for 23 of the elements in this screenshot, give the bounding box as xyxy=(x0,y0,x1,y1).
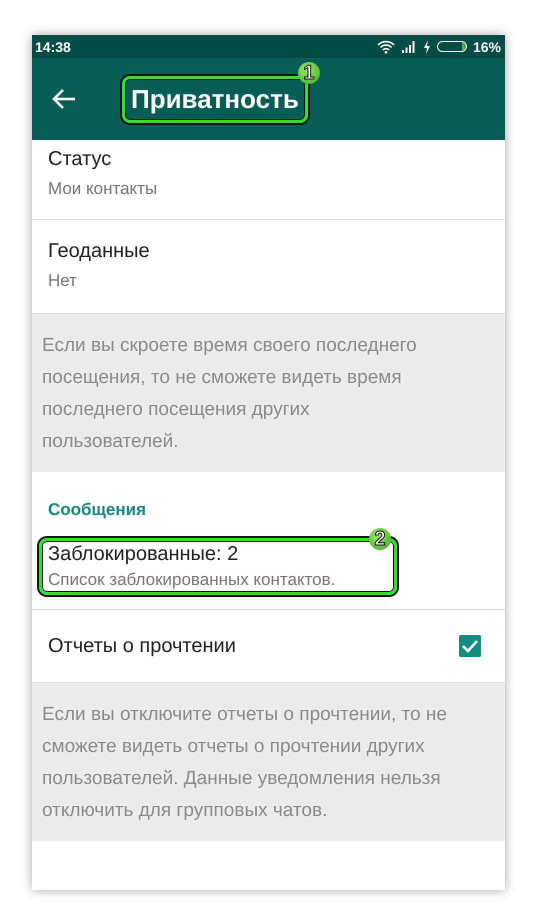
screen-title: Приватность xyxy=(131,84,299,114)
setting-title: Заблокированные: 2 xyxy=(48,543,240,566)
section-header: Сообщения xyxy=(47,499,147,521)
setting-value: Список заблокированных контактов. xyxy=(48,570,336,590)
clock-time: 14:38 xyxy=(35,38,71,54)
setting-value: Мои контакты xyxy=(48,179,158,199)
wifi-icon xyxy=(376,40,395,54)
settings-row[interactable]: Статус Мои контакты xyxy=(32,140,505,220)
settings-row[interactable]: Заблокированные: 2 Список заблокированных контактов. 2 xyxy=(32,526,505,610)
back-arrow-icon[interactable] xyxy=(52,88,76,110)
callout-number: 1 xyxy=(298,62,320,84)
info-note: Если вы скроете время своего последнего посещения, то не сможете видеть время последнего посещения других пользователей. xyxy=(32,314,505,472)
battery-percent: 16% xyxy=(472,38,501,54)
signal-icon xyxy=(400,40,417,53)
charging-icon xyxy=(422,40,431,54)
callout-number: 2 xyxy=(369,528,391,550)
setting-title: Геоданные xyxy=(48,240,151,263)
setting-title: Статус xyxy=(48,148,112,171)
setting-value: Нет xyxy=(48,271,78,291)
battery-icon xyxy=(436,41,467,52)
setting-title: Отчеты о прочтении xyxy=(48,634,236,658)
checkbox[interactable] xyxy=(459,635,481,657)
info-note: Если вы отключите отчеты о прочтении, то не сможете видеть отчеты о прочтении других пользователей. Данные уведомления нельзя отключить для групповых чатов. xyxy=(32,683,505,841)
